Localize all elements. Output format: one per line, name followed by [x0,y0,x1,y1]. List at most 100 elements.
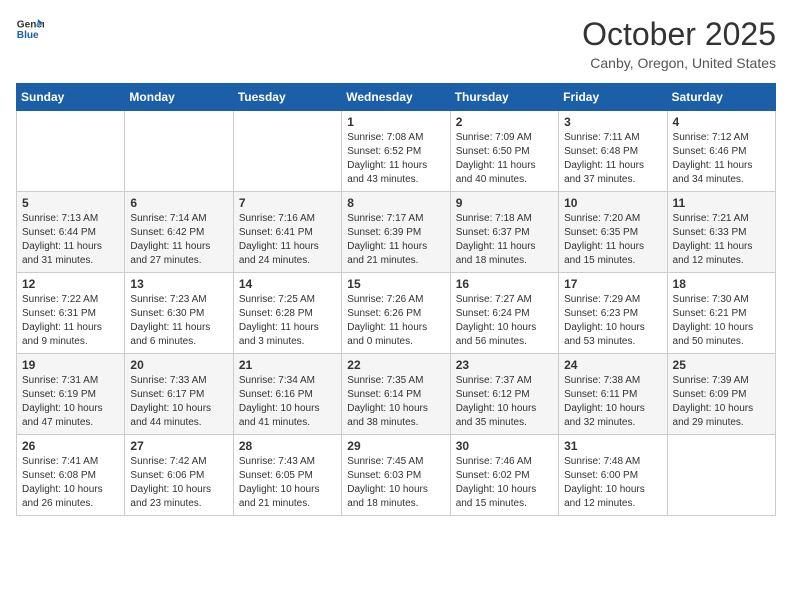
calendar-day-cell: 17 Sunrise: 7:29 AM Sunset: 6:23 PM Dayli… [559,273,667,354]
day-info: Sunrise: 7:48 AM Sunset: 6:00 PM Dayligh… [564,455,661,511]
calendar-day-cell: 31 Sunrise: 7:48 AM Sunset: 6:00 PM Dayli… [559,435,667,516]
calendar-table: SundayMondayTuesdayWednesdayThursdayFrid… [16,83,776,516]
logo-icon: General Blue [16,16,44,44]
calendar-day-cell: 2 Sunrise: 7:09 AM Sunset: 6:50 PM Daylig… [450,111,558,192]
page-header: General Blue October 2025 Canby, Oregon,… [16,16,776,71]
day-info: Sunrise: 7:43 AM Sunset: 6:05 PM Dayligh… [239,455,336,511]
calendar-week-row: 1 Sunrise: 7:08 AM Sunset: 6:52 PM Daylig… [17,111,776,192]
calendar-day-cell [17,111,125,192]
calendar-day-cell: 27Sunrise: 7:42 AM Sunset: 6:06 PM Dayli… [125,435,233,516]
day-number: 24 [564,358,661,372]
day-number: 2 [456,115,553,129]
calendar-day-cell: 1 Sunrise: 7:08 AM Sunset: 6:52 PM Daylig… [342,111,450,192]
day-info: Sunrise: 7:38 AM Sunset: 6:11 PM Dayligh… [564,374,661,430]
calendar-day-cell: 22Sunrise: 7:35 AM Sunset: 6:14 PM Dayli… [342,354,450,435]
calendar-day-cell: 3Sunrise: 7:11 AM Sunset: 6:48 PM Daylig… [559,111,667,192]
calendar-day-cell: 26 Sunrise: 7:41 AM Sunset: 6:08 PM Dayli… [17,435,125,516]
day-number: 13 [130,277,227,291]
calendar-day-cell: 23 Sunrise: 7:37 AM Sunset: 6:12 PM Dayli… [450,354,558,435]
day-number: 1 [347,115,444,129]
day-number: 6 [130,196,227,210]
day-info: Sunrise: 7:39 AM Sunset: 6:09 PM Dayligh… [673,374,770,430]
day-info: Sunrise: 7:14 AM Sunset: 6:42 PM Dayligh… [130,212,227,268]
calendar-day-cell [125,111,233,192]
title-block: October 2025 Canby, Oregon, United State… [582,16,776,71]
calendar-day-cell: 30 Sunrise: 7:46 AM Sunset: 6:02 PM Dayli… [450,435,558,516]
calendar-day-cell: 9 Sunrise: 7:18 AM Sunset: 6:37 PM Daylig… [450,192,558,273]
logo: General Blue [16,16,44,44]
calendar-day-cell: 28 Sunrise: 7:43 AM Sunset: 6:05 PM Dayli… [233,435,341,516]
calendar-day-cell: 13 Sunrise: 7:23 AM Sunset: 6:30 PM Dayli… [125,273,233,354]
weekday-header-sunday: Sunday [17,84,125,111]
day-number: 29 [347,439,444,453]
day-number: 23 [456,358,553,372]
location: Canby, Oregon, United States [582,55,776,71]
day-number: 27 [130,439,227,453]
day-number: 28 [239,439,336,453]
day-number: 12 [22,277,119,291]
weekday-header-wednesday: Wednesday [342,84,450,111]
calendar-day-cell: 7 Sunrise: 7:16 AM Sunset: 6:41 PM Daylig… [233,192,341,273]
calendar-day-cell: 4Sunrise: 7:12 AM Sunset: 6:46 PM Daylig… [667,111,775,192]
day-info: Sunrise: 7:34 AM Sunset: 6:16 PM Dayligh… [239,374,336,430]
svg-text:Blue: Blue [17,30,39,41]
day-number: 15 [347,277,444,291]
day-info: Sunrise: 7:23 AM Sunset: 6:30 PM Dayligh… [130,293,227,349]
calendar-day-cell: 15 Sunrise: 7:26 AM Sunset: 6:26 PM Dayli… [342,273,450,354]
day-info: Sunrise: 7:18 AM Sunset: 6:37 PM Dayligh… [456,212,553,268]
calendar-day-cell: 5Sunrise: 7:13 AM Sunset: 6:44 PM Daylig… [17,192,125,273]
calendar-day-cell: 6 Sunrise: 7:14 AM Sunset: 6:42 PM Daylig… [125,192,233,273]
day-info: Sunrise: 7:09 AM Sunset: 6:50 PM Dayligh… [456,131,553,187]
calendar-day-cell: 24 Sunrise: 7:38 AM Sunset: 6:11 PM Dayli… [559,354,667,435]
day-number: 10 [564,196,661,210]
weekday-header-friday: Friday [559,84,667,111]
day-number: 7 [239,196,336,210]
day-number: 21 [239,358,336,372]
calendar-week-row: 5Sunrise: 7:13 AM Sunset: 6:44 PM Daylig… [17,192,776,273]
day-number: 20 [130,358,227,372]
day-number: 26 [22,439,119,453]
calendar-day-cell: 18Sunrise: 7:30 AM Sunset: 6:21 PM Dayli… [667,273,775,354]
day-info: Sunrise: 7:13 AM Sunset: 6:44 PM Dayligh… [22,212,119,268]
day-number: 8 [347,196,444,210]
day-info: Sunrise: 7:37 AM Sunset: 6:12 PM Dayligh… [456,374,553,430]
weekday-header-saturday: Saturday [667,84,775,111]
calendar-day-cell [233,111,341,192]
day-info: Sunrise: 7:22 AM Sunset: 6:31 PM Dayligh… [22,293,119,349]
day-number: 4 [673,115,770,129]
calendar-day-cell: 20Sunrise: 7:33 AM Sunset: 6:17 PM Dayli… [125,354,233,435]
month-title: October 2025 [582,16,776,53]
day-number: 22 [347,358,444,372]
calendar-day-cell: 12 Sunrise: 7:22 AM Sunset: 6:31 PM Dayli… [17,273,125,354]
calendar-week-row: 19Sunrise: 7:31 AM Sunset: 6:19 PM Dayli… [17,354,776,435]
day-info: Sunrise: 7:30 AM Sunset: 6:21 PM Dayligh… [673,293,770,349]
calendar-day-cell: 14Sunrise: 7:25 AM Sunset: 6:28 PM Dayli… [233,273,341,354]
day-number: 9 [456,196,553,210]
day-info: Sunrise: 7:17 AM Sunset: 6:39 PM Dayligh… [347,212,444,268]
day-info: Sunrise: 7:20 AM Sunset: 6:35 PM Dayligh… [564,212,661,268]
day-number: 17 [564,277,661,291]
day-number: 25 [673,358,770,372]
calendar-day-cell: 10 Sunrise: 7:20 AM Sunset: 6:35 PM Dayli… [559,192,667,273]
weekday-header-tuesday: Tuesday [233,84,341,111]
calendar-day-cell [667,435,775,516]
calendar-day-cell: 21 Sunrise: 7:34 AM Sunset: 6:16 PM Dayli… [233,354,341,435]
day-info: Sunrise: 7:11 AM Sunset: 6:48 PM Dayligh… [564,131,661,187]
day-info: Sunrise: 7:08 AM Sunset: 6:52 PM Dayligh… [347,131,444,187]
weekday-header-thursday: Thursday [450,84,558,111]
day-info: Sunrise: 7:41 AM Sunset: 6:08 PM Dayligh… [22,455,119,511]
day-number: 16 [456,277,553,291]
day-info: Sunrise: 7:16 AM Sunset: 6:41 PM Dayligh… [239,212,336,268]
day-number: 31 [564,439,661,453]
day-info: Sunrise: 7:29 AM Sunset: 6:23 PM Dayligh… [564,293,661,349]
day-number: 19 [22,358,119,372]
calendar-day-cell: 29Sunrise: 7:45 AM Sunset: 6:03 PM Dayli… [342,435,450,516]
day-info: Sunrise: 7:26 AM Sunset: 6:26 PM Dayligh… [347,293,444,349]
day-number: 11 [673,196,770,210]
day-info: Sunrise: 7:46 AM Sunset: 6:02 PM Dayligh… [456,455,553,511]
calendar-week-row: 12 Sunrise: 7:22 AM Sunset: 6:31 PM Dayli… [17,273,776,354]
day-number: 30 [456,439,553,453]
calendar-day-cell: 19Sunrise: 7:31 AM Sunset: 6:19 PM Dayli… [17,354,125,435]
calendar-day-cell: 8 Sunrise: 7:17 AM Sunset: 6:39 PM Daylig… [342,192,450,273]
day-info: Sunrise: 7:21 AM Sunset: 6:33 PM Dayligh… [673,212,770,268]
